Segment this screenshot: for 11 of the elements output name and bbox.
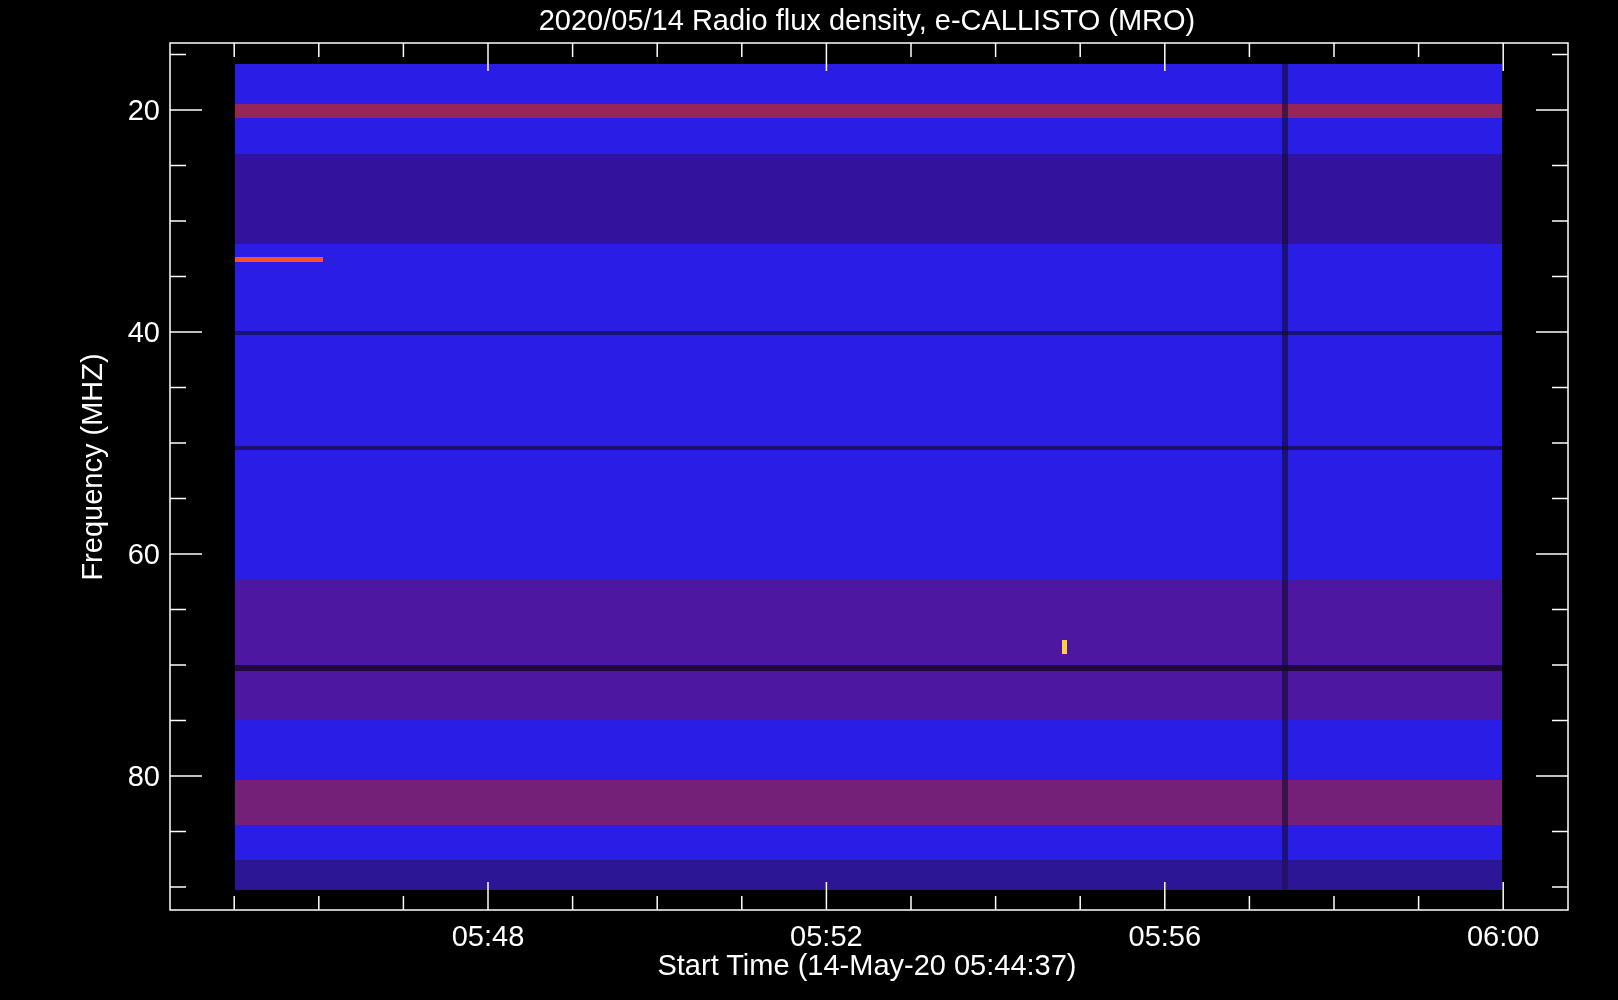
y-tick-label: 80 [127,760,160,792]
x-tick-label: 06:00 [1466,920,1540,952]
y-axis-title: Frequency (MHZ) [76,353,108,581]
x-tick-label: 05:52 [790,920,863,952]
x-axis-title: Start Time (14-May-20 05:44:37) [657,949,1077,981]
x-tick-label: 05:56 [1128,920,1202,952]
x-tick-label: 05:48 [451,920,525,952]
chart-title: 2020/05/14 Radio flux density, e-CALLISTO (MRO) [538,4,1196,36]
y-tick-label: 40 [127,316,160,348]
y-tick-label: 20 [127,94,160,126]
y-tick-label: 60 [127,538,160,570]
